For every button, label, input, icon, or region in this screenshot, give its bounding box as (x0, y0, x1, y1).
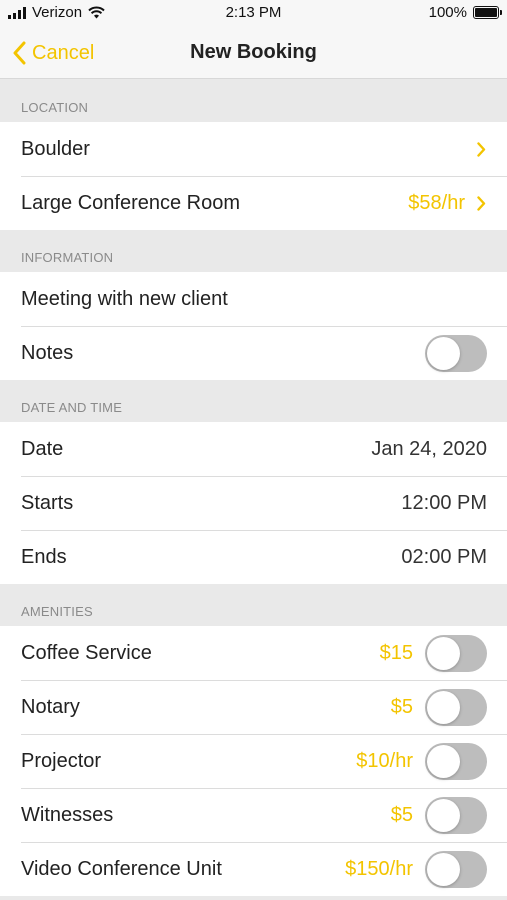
starts-label: Starts (21, 491, 74, 514)
amenity-toggle-projector[interactable] (425, 742, 487, 780)
location-city: Boulder (21, 137, 90, 160)
section-header-date-time: DATE AND TIME (0, 380, 507, 422)
amenity-label: Coffee Service (21, 641, 152, 664)
amenity-row-video-conference-unit: Video Conference Unit $150/hr (0, 842, 507, 896)
amenity-label: Notary (21, 695, 80, 718)
booking-form: LOCATION Boulder Large Conference Room $… (0, 80, 507, 896)
amenity-label: Witnesses (21, 803, 114, 826)
ends-row[interactable]: Ends 02:00 PM (0, 530, 507, 584)
battery-percent: 100% (428, 4, 467, 21)
ends-label: Ends (21, 545, 67, 568)
location-room: Large Conference Room (21, 191, 241, 214)
amenity-price: $15 (379, 641, 413, 664)
amenity-price: $150/hr (345, 857, 413, 880)
date-label: Date (21, 437, 64, 460)
toggle-knob (427, 852, 460, 886)
amenity-toggle-video-conference-unit[interactable] (425, 850, 487, 888)
battery-indicator: 100% (428, 4, 502, 21)
cancel-button[interactable]: Cancel (12, 38, 94, 68)
amenity-label: Video Conference Unit (21, 857, 222, 880)
notes-row: Notes (0, 326, 507, 380)
amenity-price: $5 (390, 695, 413, 718)
cancel-label: Cancel (32, 41, 95, 64)
room-price: $58/hr (408, 191, 465, 214)
toggle-knob (427, 798, 460, 832)
ends-value: 02:00 PM (401, 545, 487, 568)
status-bar: Verizon 2:13 PM 100% (0, 0, 507, 28)
amenity-toggle-notary[interactable] (425, 688, 487, 726)
location-city-row[interactable]: Boulder (0, 122, 507, 176)
toggle-knob (427, 636, 460, 670)
amenity-price: $5 (390, 803, 413, 826)
section-header-information: INFORMATION (0, 230, 507, 272)
starts-row[interactable]: Starts 12:00 PM (0, 476, 507, 530)
notes-label: Notes (21, 341, 74, 364)
section-header-location: LOCATION (0, 80, 507, 122)
navigation-bar: Cancel New Booking (0, 28, 507, 79)
chevron-right-icon (475, 139, 487, 159)
notes-toggle[interactable] (425, 334, 487, 372)
amenity-row-witnesses: Witnesses $5 (0, 788, 507, 842)
meeting-title-row[interactable]: Meeting with new client (0, 272, 507, 326)
toggle-knob (427, 744, 460, 778)
amenity-price: $10/hr (356, 749, 413, 772)
starts-value: 12:00 PM (401, 491, 487, 514)
location-room-row[interactable]: Large Conference Room $58/hr (0, 176, 507, 230)
amenity-label: Projector (21, 749, 102, 772)
toggle-knob (427, 690, 460, 724)
date-value: Jan 24, 2020 (371, 437, 487, 460)
chevron-left-icon (13, 41, 26, 65)
toggle-knob (427, 336, 460, 370)
chevron-right-icon (475, 193, 487, 213)
amenity-toggle-coffee-service[interactable] (425, 634, 487, 672)
amenity-row-notary: Notary $5 (0, 680, 507, 734)
section-header-amenities: AMENITIES (0, 584, 507, 626)
meeting-title-field[interactable]: Meeting with new client (21, 288, 487, 311)
battery-icon (473, 6, 502, 19)
amenity-toggle-witnesses[interactable] (425, 796, 487, 834)
amenity-row-coffee-service: Coffee Service $15 (0, 626, 507, 680)
amenity-row-projector: Projector $10/hr (0, 734, 507, 788)
date-row[interactable]: Date Jan 24, 2020 (0, 422, 507, 476)
